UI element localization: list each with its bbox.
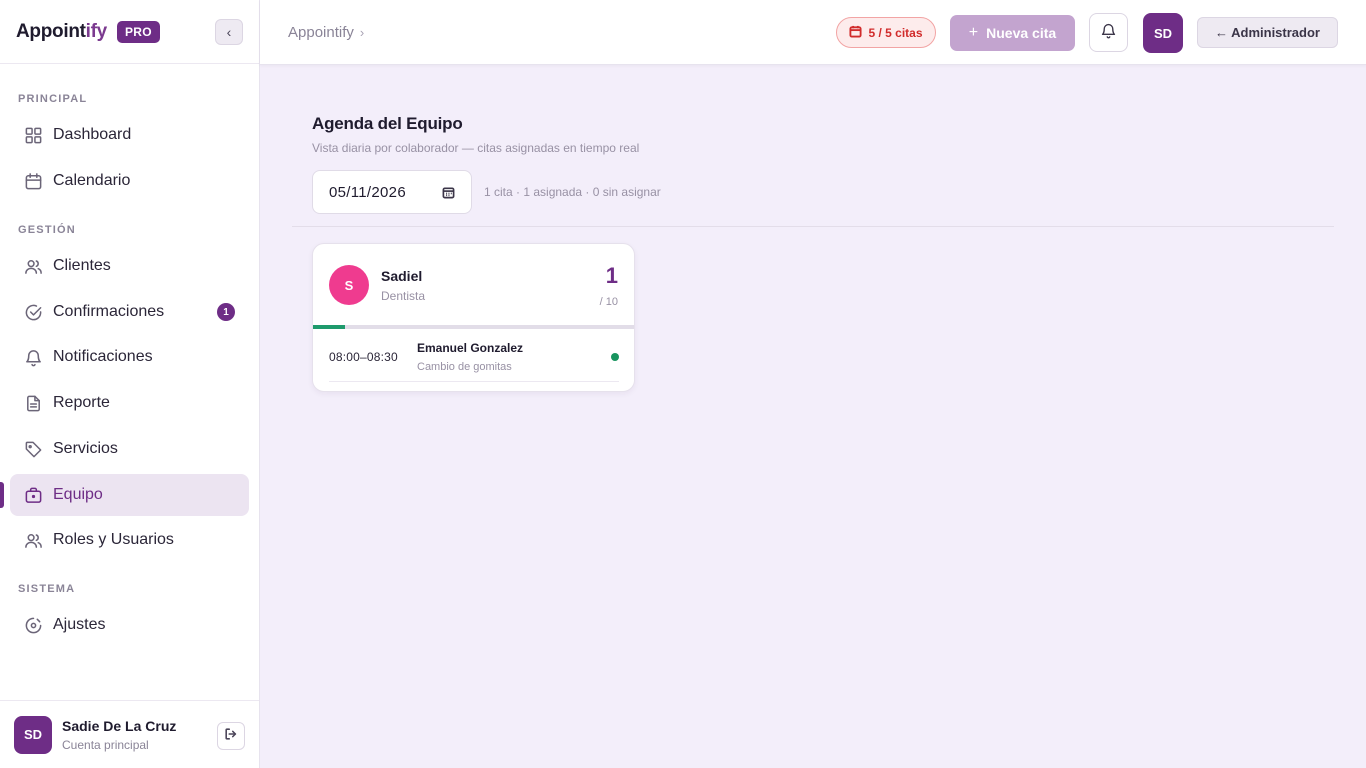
sidebar-item-label: Equipo xyxy=(53,486,103,503)
staff-card[interactable]: S Sadiel Dentista 1 / 10 08:00–08:30 Ema… xyxy=(312,243,635,392)
breadcrumb-separator: › xyxy=(359,25,365,40)
load-progress-fill xyxy=(313,325,346,329)
sidebar-item-notificaciones[interactable]: Notificaciones xyxy=(10,336,249,378)
sidebar-item-label: Notificaciones xyxy=(53,348,153,365)
sidebar-item-reporte[interactable]: Reporte xyxy=(10,382,249,424)
header-avatar[interactable]: SD xyxy=(1143,13,1183,53)
administrador-button[interactable]: ← Administrador xyxy=(1197,17,1338,48)
quota-text: 5 / 5 citas xyxy=(868,25,923,40)
collapse-sidebar-button[interactable]: ‹ xyxy=(215,19,243,45)
settings-icon xyxy=(23,615,43,635)
check-circle-icon xyxy=(23,302,43,322)
user-name: Sadie De La Cruz xyxy=(62,717,177,734)
load-progress-bar xyxy=(313,325,634,329)
page-title: Agenda del Equipo xyxy=(312,114,463,133)
sidebar-item-calendario[interactable]: Calendario xyxy=(10,160,249,202)
staff-capacity: / 10 xyxy=(599,296,618,308)
staff-name: Sadiel xyxy=(381,268,423,284)
user-role: Cuenta principal xyxy=(62,737,149,752)
breadcrumb: Appointify › xyxy=(288,24,364,41)
status-dot xyxy=(611,353,619,361)
notifications-button[interactable] xyxy=(1089,13,1128,52)
sidebar-item-roles-usuarios[interactable]: Roles y Usuarios xyxy=(10,519,249,561)
sidebar-item-label: Dashboard xyxy=(53,126,132,143)
chevron-left-icon: ‹ xyxy=(226,24,232,40)
sidebar-item-clientes[interactable]: Clientes xyxy=(10,245,249,287)
sidebar-item-label: Calendario xyxy=(53,172,131,189)
logout-icon xyxy=(224,727,238,746)
bell-icon xyxy=(1100,22,1117,44)
section-label-principal: PRINCIPAL xyxy=(18,93,88,105)
appointment-time: 08:00–08:30 xyxy=(329,350,398,364)
top-header: Appointify › 5 / 5 citas + Nueva cita SD … xyxy=(260,0,1366,65)
users-icon xyxy=(23,256,43,276)
sidebar-item-label: Roles y Usuarios xyxy=(53,531,174,548)
tag-icon xyxy=(23,439,43,459)
appointment-service: Cambio de gomitas xyxy=(417,361,512,373)
brand-header: Appointify PRO ‹ xyxy=(0,0,259,64)
document-icon xyxy=(23,393,43,413)
calendar-icon xyxy=(23,171,43,191)
sidebar-item-label: Clientes xyxy=(53,257,111,274)
avatar[interactable]: SD xyxy=(14,715,52,754)
staff-appointment-count: 1 xyxy=(605,263,618,288)
confirmaciones-count-badge: 1 xyxy=(217,303,235,321)
sidebar-item-confirmaciones[interactable]: Confirmaciones 1 xyxy=(10,291,249,333)
users-icon xyxy=(23,530,43,550)
sidebar-item-label: Confirmaciones xyxy=(53,303,165,320)
section-label-sistema: SISTEMA xyxy=(18,583,76,595)
grid-icon xyxy=(23,125,43,145)
quota-badge: 5 / 5 citas xyxy=(836,17,936,48)
section-label-gestion: GESTIÓN xyxy=(18,224,76,236)
sidebar-item-label: Reporte xyxy=(53,394,110,411)
logout-button[interactable] xyxy=(217,722,245,750)
sidebar: Appointify PRO ‹ PRINCIPAL Dashboard Cal… xyxy=(0,0,260,768)
calendar-picker-icon[interactable] xyxy=(442,186,455,199)
brand-logo[interactable]: Appointify xyxy=(16,21,107,43)
bell-icon xyxy=(23,347,43,367)
appointment-row[interactable]: 08:00–08:30 Emanuel Gonzalez Cambio de g… xyxy=(329,330,619,382)
user-footer: SD Sadie De La Cruz Cuenta principal xyxy=(0,700,259,768)
divider xyxy=(292,226,1334,227)
active-indicator xyxy=(0,482,4,508)
breadcrumb-item[interactable]: Appointify xyxy=(288,24,354,41)
briefcase-icon xyxy=(23,485,43,505)
staff-avatar: S xyxy=(329,265,369,305)
new-appointment-button[interactable]: + Nueva cita xyxy=(950,15,1075,51)
sidebar-item-equipo[interactable]: Equipo xyxy=(10,474,249,516)
staff-role: Dentista xyxy=(381,289,426,303)
sidebar-item-dashboard[interactable]: Dashboard xyxy=(10,114,249,156)
appointment-client: Emanuel Gonzalez xyxy=(417,341,524,355)
sidebar-item-label: Ajustes xyxy=(53,616,106,633)
appointments-summary: 1 cita · 1 asignada · 0 sin asignar xyxy=(484,185,661,199)
sidebar-item-ajustes[interactable]: Ajustes xyxy=(10,604,249,646)
new-appointment-label: Nueva cita xyxy=(986,25,1057,41)
pro-badge: PRO xyxy=(116,20,160,43)
calendar-icon xyxy=(849,25,868,41)
sidebar-item-label: Servicios xyxy=(53,440,118,457)
date-input[interactable]: 05/11/2026 xyxy=(312,170,472,214)
page-subtitle: Vista diaria por colaborador — citas asi… xyxy=(312,141,640,155)
date-value: 05/11/2026 xyxy=(329,183,406,201)
plus-icon: + xyxy=(968,24,979,41)
sidebar-item-servicios[interactable]: Servicios xyxy=(10,428,249,470)
